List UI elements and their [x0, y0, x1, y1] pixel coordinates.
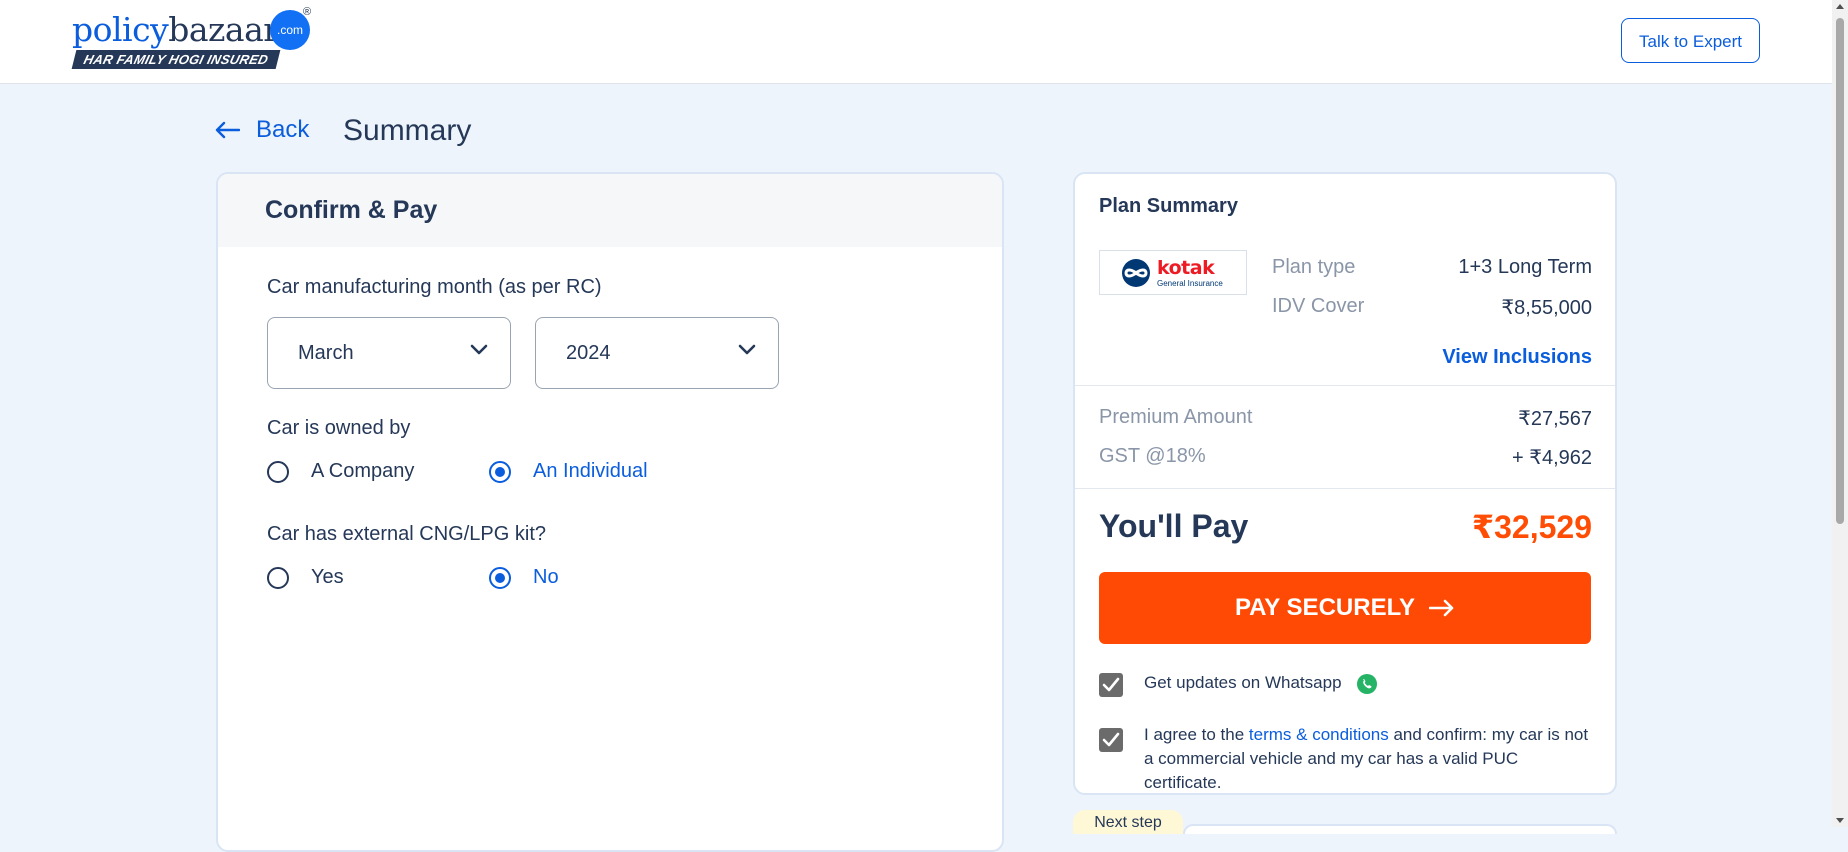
arrow-right-icon [1429, 599, 1454, 617]
premium-amount-value: ₹27,567 [1518, 408, 1592, 430]
terms-conditions-link[interactable]: terms & conditions [1249, 725, 1389, 744]
radio-option-yes[interactable]: Yes [267, 566, 489, 589]
kotak-insurer-logo: kotak General Insurance [1099, 250, 1247, 295]
policybazaar-logo[interactable]: policybazaar .com ® HAR FAMILY HOGI INSU… [71, 6, 322, 74]
radio-option-individual[interactable]: An Individual [489, 460, 648, 483]
logo-wordmark: policybazaar [72, 10, 279, 49]
plan-type-label: Plan type [1272, 256, 1356, 278]
section-divider [1075, 385, 1615, 386]
next-step-card [1183, 824, 1617, 834]
radio-button[interactable] [267, 566, 289, 589]
idv-cover-label: IDV Cover [1272, 295, 1365, 317]
pay-button-label: PAY SECURELY [1234, 594, 1416, 621]
card-title: Confirm & Pay [265, 196, 438, 224]
scroll-thumb[interactable] [1836, 18, 1844, 524]
section-divider [1075, 488, 1615, 489]
page-title: Summary [343, 114, 472, 147]
radio-option-company[interactable]: A Company [267, 460, 489, 483]
chevron-down-icon [738, 344, 756, 355]
radio-label: Yes [311, 566, 344, 588]
terms-agree-checkbox[interactable] [1099, 728, 1123, 752]
insurer-subtitle: General Insurance [1157, 279, 1223, 288]
month-select[interactable]: March [267, 317, 511, 389]
back-button[interactable]: Back [214, 116, 309, 144]
plan-summary-card: Plan Summary kotak General Insurance Pla… [1073, 172, 1617, 795]
gst-label: GST @18% [1099, 445, 1206, 467]
radio-button-selected[interactable] [489, 460, 511, 483]
card-header: Confirm & Pay [218, 174, 1002, 247]
premium-amount-label: Premium Amount [1099, 406, 1253, 428]
whatsapp-updates-text: Get updates on Whatsapp [1144, 671, 1378, 695]
logo-registered-mark: ® [303, 6, 312, 18]
plan-summary-title: Plan Summary [1099, 195, 1238, 217]
insurer-name: kotak [1157, 257, 1215, 279]
idv-cover-value: ₹8,55,000 [1501, 297, 1592, 319]
top-header: policybazaar .com ® HAR FAMILY HOGI INSU… [0, 0, 1832, 84]
next-step-badge: Next step [1073, 810, 1183, 834]
cng-kit-label: Car has external CNG/LPG kit? [267, 523, 546, 545]
kotak-infinity-icon [1122, 259, 1150, 287]
checkmark-icon [1102, 677, 1120, 692]
radio-option-no[interactable]: No [489, 566, 559, 589]
view-inclusions-link[interactable]: View Inclusions [1442, 346, 1592, 369]
logo-tagline: HAR FAMILY HOGI INSURED [71, 50, 281, 69]
owned-by-label: Car is owned by [267, 417, 411, 439]
radio-label: A Company [311, 460, 415, 482]
whatsapp-icon [1357, 673, 1378, 694]
month-select-value: March [298, 342, 354, 364]
terms-agree-text: I agree to the terms & conditions and co… [1144, 723, 1594, 795]
arrow-left-icon [215, 121, 240, 139]
cng-kit-radio-group: Yes No [267, 566, 559, 589]
whatsapp-updates-label: Get updates on Whatsapp [1144, 673, 1342, 692]
checkmark-icon [1102, 732, 1120, 747]
pay-securely-button[interactable]: PAY SECURELY [1099, 572, 1591, 644]
page-scrollbar[interactable] [1832, 0, 1848, 827]
whatsapp-updates-checkbox[interactable] [1099, 673, 1123, 697]
owned-by-radio-group: A Company An Individual [267, 460, 648, 483]
plan-type-value: 1+3 Long Term [1458, 256, 1592, 278]
confirm-pay-card: Confirm & Pay Car manufacturing month (a… [216, 172, 1004, 852]
back-label: Back [256, 116, 310, 143]
total-amount: ₹32,529 [1471, 509, 1592, 545]
radio-button-selected[interactable] [489, 566, 511, 589]
year-select-value: 2024 [566, 342, 611, 364]
year-select[interactable]: 2024 [535, 317, 779, 389]
scroll-down-arrow-icon[interactable] [1836, 818, 1844, 823]
gst-value: + ₹4,962 [1511, 447, 1592, 469]
talk-to-expert-button[interactable]: Talk to Expert [1621, 18, 1760, 63]
chevron-down-icon [470, 344, 488, 355]
manufacturing-month-label: Car manufacturing month (as per RC) [267, 276, 602, 298]
you-pay-label: You'll Pay [1099, 508, 1249, 544]
terms-prefix: I agree to the [1144, 725, 1249, 744]
radio-label: An Individual [533, 460, 648, 482]
scroll-up-arrow-icon[interactable] [1836, 4, 1844, 9]
radio-button[interactable] [267, 460, 289, 483]
radio-label: No [533, 566, 559, 588]
